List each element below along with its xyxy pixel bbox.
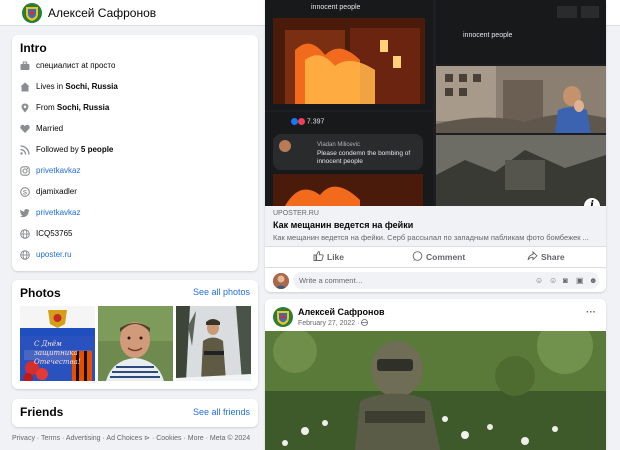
collage-likes-count: 7.397: [291, 118, 324, 125]
profile-name[interactable]: Алексей Сафронов: [48, 6, 156, 20]
collage-comment-author: Vladan Milicevic: [317, 142, 361, 148]
instagram-link[interactable]: privetkavkaz: [36, 163, 80, 179]
intro-lives-in: Lives in Sochi, Russia: [20, 79, 252, 95]
icq-number: ICQ53765: [36, 229, 73, 238]
intro-website: uposter.ru: [20, 247, 252, 263]
link-preview[interactable]: UPOSTER.RU Как мещанин ведется на фейки …: [265, 206, 606, 246]
user-avatar[interactable]: [273, 273, 289, 289]
share-icon: [527, 250, 538, 261]
globe-icon: [20, 229, 30, 239]
thumbs-up-icon: [313, 251, 324, 261]
intro-work: специалист at просто: [20, 58, 252, 74]
photo-thumbnail[interactable]: [98, 306, 173, 381]
twitter-icon: [20, 209, 30, 218]
link-domain: UPOSTER.RU: [273, 210, 319, 217]
photo-thumbnail[interactable]: С Днём защитника Отечества!: [20, 306, 95, 381]
skype-icon: S: [20, 187, 30, 197]
gif-icon[interactable]: ▣: [576, 276, 584, 285]
photo-card-text: С Днём защитника Отечества!: [34, 340, 81, 366]
intro-followers-count[interactable]: 5 people: [81, 145, 113, 154]
intro-title: Intro: [20, 41, 47, 55]
comment-button[interactable]: Comment: [412, 251, 465, 262]
see-all-photos-link[interactable]: See all photos: [193, 287, 250, 297]
sticker-icon[interactable]: ☻: [589, 276, 597, 285]
intro-from-city[interactable]: Sochi, Russia: [57, 103, 109, 112]
post-card: innocent people innocent people 7.397 Vl…: [265, 0, 606, 292]
intro-twitter: privetkavkaz: [20, 205, 252, 221]
link-title[interactable]: Как мещанин ведется на фейки: [273, 220, 413, 230]
intro-lives-city[interactable]: Sochi, Russia: [65, 82, 117, 91]
intro-work-text: специалист at просто: [36, 61, 116, 70]
skype-handle: djamixadler: [36, 187, 77, 196]
photos-card: Photos See all photos С Днём защитника О…: [12, 280, 258, 389]
location-pin-icon: [21, 103, 29, 113]
intro-from-prefix: From: [36, 103, 57, 112]
collage-caption: innocent people: [311, 4, 361, 11]
post-author-name[interactable]: Алексей Сафронов: [298, 307, 384, 317]
intro-lives-prefix: Lives in: [36, 82, 66, 91]
share-label: Share: [541, 252, 565, 262]
like-label: Like: [327, 252, 345, 262]
post-options-button[interactable]: ···: [586, 307, 596, 318]
profile-avatar[interactable]: [22, 3, 42, 23]
globe-icon: [20, 250, 30, 260]
intro-relationship: Married: [20, 121, 252, 137]
comment-label: Comment: [426, 252, 466, 262]
post-image[interactable]: [265, 331, 606, 450]
post-actions: Like Comment Share: [265, 246, 606, 266]
like-button[interactable]: Like: [313, 251, 344, 262]
comment-input[interactable]: Write a comment… ☺ ☺ ◙ ▣ ☻: [293, 272, 599, 289]
intro-relationship-text: Married: [36, 124, 64, 133]
avatar-sticker-icon[interactable]: ☺: [535, 276, 543, 285]
website-link[interactable]: uposter.ru: [36, 247, 72, 263]
share-button[interactable]: Share: [527, 250, 565, 262]
camera-icon[interactable]: ◙: [563, 276, 568, 285]
collage-caption: innocent people: [463, 32, 513, 39]
comment-composer: Write a comment… ☺ ☺ ◙ ▣ ☻: [265, 267, 606, 292]
author-avatar[interactable]: [273, 307, 293, 327]
friends-title: Friends: [20, 405, 64, 419]
intro-skype: S djamixadler: [20, 184, 252, 200]
rss-icon: [20, 145, 30, 155]
intro-followers-prefix: Followed by: [36, 145, 81, 154]
intro-followers: Followed by 5 people: [20, 142, 252, 158]
collage-comment-text: Please condemn the bombing of innocent p…: [317, 150, 411, 165]
photo-thumbnail[interactable]: [176, 306, 251, 381]
comment-placeholder: Write a comment…: [299, 276, 364, 285]
intro-card: Intro специалист at просто Lives in Soch…: [12, 35, 258, 271]
home-icon: [20, 82, 30, 92]
friends-card: Friends See all friends: [12, 399, 258, 427]
emoji-icon[interactable]: ☺: [549, 276, 557, 285]
link-description: Как мещанин ведется на фейки. Серб рассы…: [273, 233, 589, 242]
collage-likes-value: 7.397: [306, 118, 325, 126]
post-date[interactable]: February 27, 2022 ·: [298, 319, 369, 327]
see-all-friends-link[interactable]: See all friends: [193, 407, 250, 417]
briefcase-icon: [20, 61, 30, 70]
instagram-icon: [20, 166, 30, 176]
intro-icq: ICQ53765: [20, 226, 252, 242]
photos-title: Photos: [20, 286, 61, 300]
intro-instagram: privetkavkaz: [20, 163, 252, 179]
heart-icon: [20, 124, 30, 133]
footer-links[interactable]: Privacy · Terms · Advertising · Ad Choic…: [12, 434, 250, 442]
svg-text:S: S: [23, 189, 27, 196]
comment-icon: [412, 251, 423, 261]
post-image-collage[interactable]: innocent people innocent people 7.397 Vl…: [265, 0, 606, 206]
twitter-link[interactable]: privetkavkaz: [36, 205, 80, 221]
intro-from: From Sochi, Russia: [20, 100, 252, 116]
post-card: Алексей Сафронов February 27, 2022 · ···: [265, 299, 606, 450]
post-date-text: February 27, 2022 ·: [298, 320, 362, 327]
globe-icon: [361, 319, 369, 326]
